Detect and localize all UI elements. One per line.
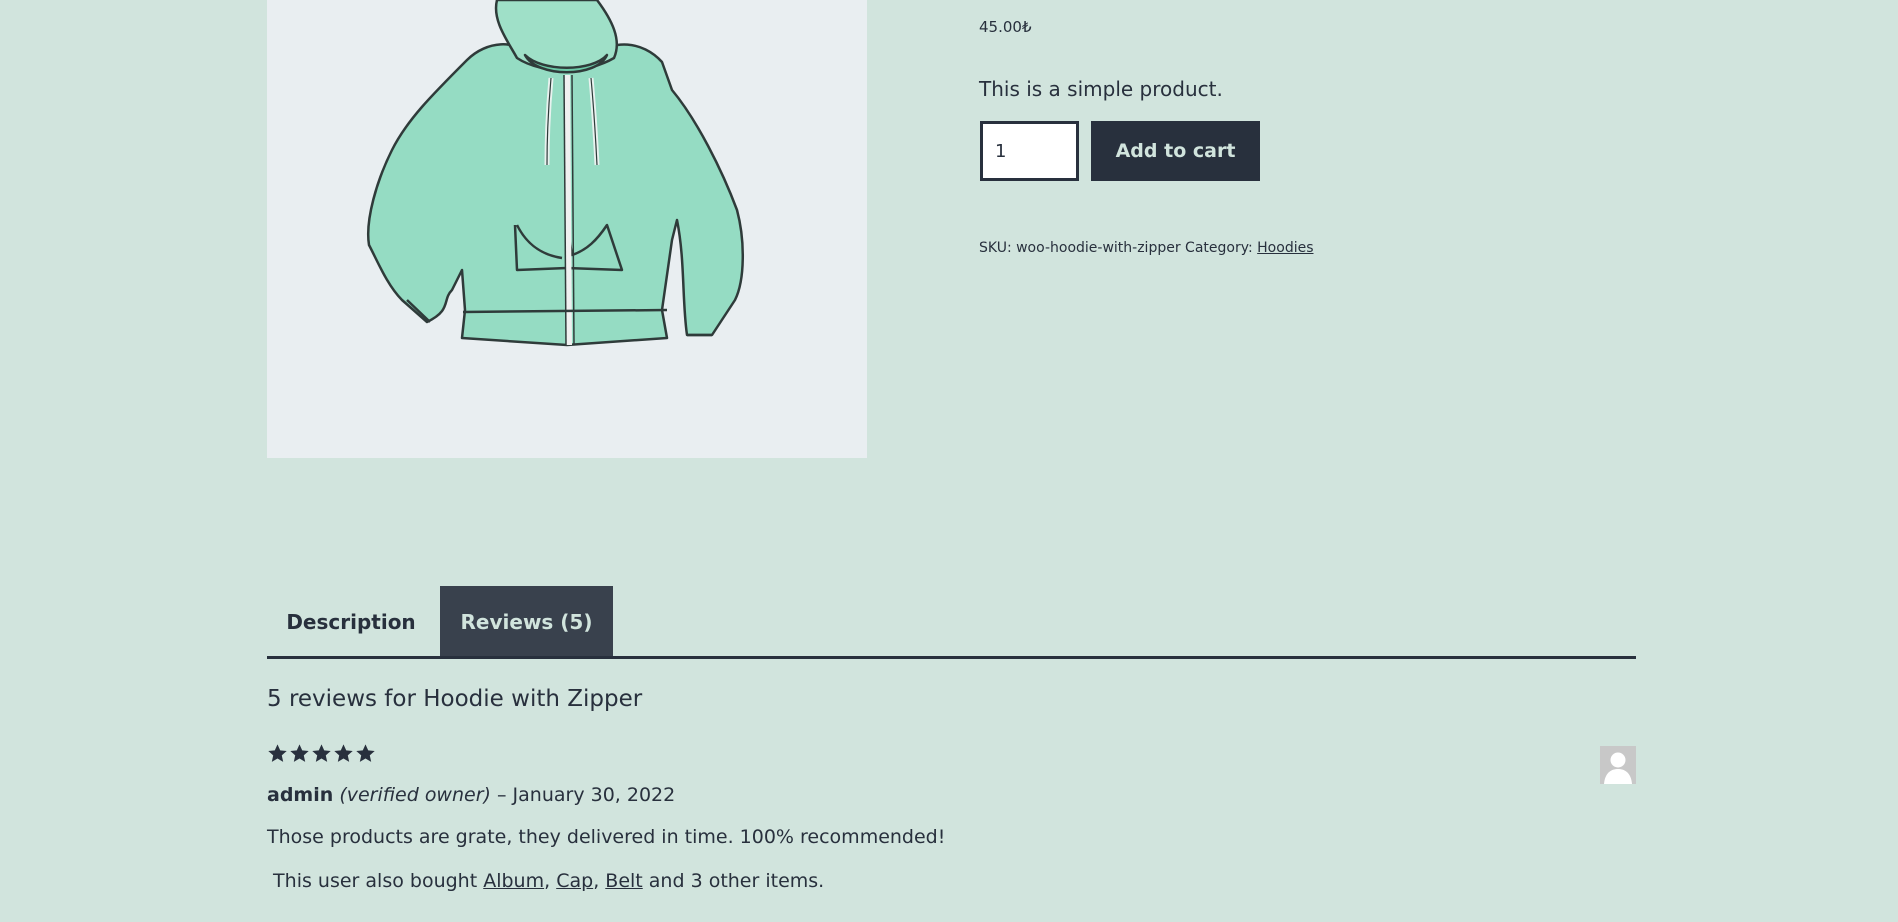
add-to-cart-button[interactable]: Add to cart <box>1091 121 1260 181</box>
reviews-title: 5 reviews for Hoodie with Zipper <box>267 686 643 712</box>
avatar <box>1600 746 1636 784</box>
hoodie-icon <box>367 0 744 347</box>
review-text: Those products are grate, they delivered… <box>267 826 946 848</box>
also-bought-item-cap[interactable]: Cap <box>556 870 593 892</box>
review-meta-separator: – <box>496 784 507 806</box>
user-avatar-icon <box>1604 752 1632 784</box>
verified-owner-label: (verified owner) <box>339 784 491 806</box>
category-label: Category: <box>1185 240 1253 256</box>
star-icon <box>290 744 309 762</box>
star-icon <box>356 744 375 762</box>
review-date: January 30, 2022 <box>512 784 676 806</box>
review-author: admin <box>267 784 334 806</box>
star-icon <box>334 744 353 762</box>
also-bought-item-album[interactable]: Album <box>483 870 544 892</box>
tabs-divider <box>267 656 1636 659</box>
star-icon <box>268 744 287 762</box>
also-bought-item-belt[interactable]: Belt <box>605 870 642 892</box>
also-bought-prefix: This user also bought <box>273 870 478 892</box>
also-bought: This user also bought Album, Cap, Belt a… <box>273 870 825 892</box>
tab-reviews[interactable]: Reviews (5) <box>440 586 613 657</box>
sku-label: SKU: <box>979 240 1012 256</box>
quantity-input[interactable] <box>980 121 1079 181</box>
product-meta: SKU: woo-hoodie-with-zipper Category: Ho… <box>979 240 1314 256</box>
star-rating <box>267 743 376 764</box>
star-icon <box>312 744 331 762</box>
review-meta: admin (verified owner) – January 30, 202… <box>267 784 675 806</box>
product-price: 45.00₺ <box>979 18 1032 36</box>
product-short-description: This is a simple product. <box>979 77 1223 101</box>
also-bought-suffix: and 3 other items. <box>648 870 825 892</box>
category-link[interactable]: Hoodies <box>1257 240 1313 256</box>
product-image[interactable] <box>267 0 867 458</box>
sku-value: woo-hoodie-with-zipper <box>1016 240 1181 256</box>
tab-description[interactable]: Description <box>267 586 435 657</box>
